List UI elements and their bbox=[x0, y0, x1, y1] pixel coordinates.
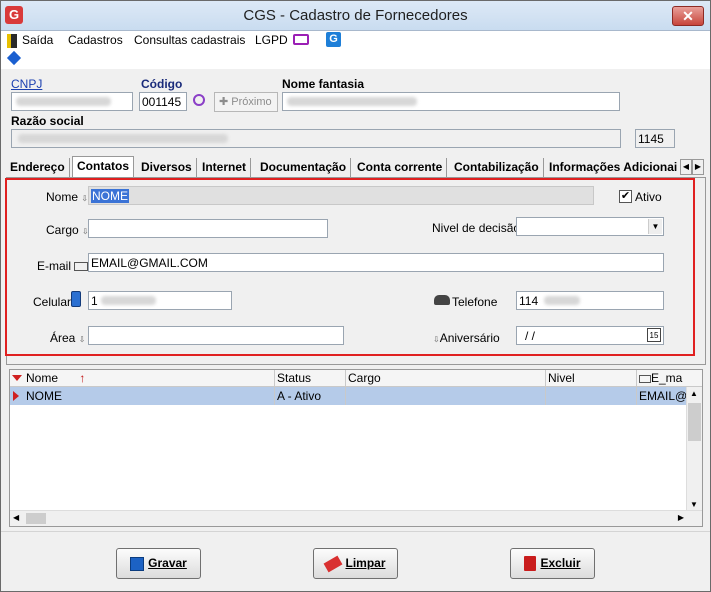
tab-conta-corrente[interactable]: Conta corrente bbox=[353, 158, 448, 177]
envelope-icon bbox=[74, 262, 89, 272]
celular-field[interactable]: 1 bbox=[88, 291, 232, 310]
scroll-down-icon[interactable]: ▼ bbox=[690, 500, 698, 509]
cell-nivel bbox=[545, 387, 637, 405]
cell-cargo bbox=[345, 387, 546, 405]
save-icon bbox=[130, 556, 145, 571]
cell-email: EMAIL@G bbox=[639, 389, 686, 403]
column-nivel[interactable]: Nivel bbox=[545, 370, 637, 387]
codigo-label: Código bbox=[141, 77, 183, 91]
hscroll-thumb[interactable] bbox=[26, 513, 46, 524]
menu-cadastros[interactable]: Cadastros bbox=[68, 33, 123, 47]
menu-bar: Saída Cadastros Consultas cadastrais LGP… bbox=[1, 31, 710, 51]
g-app-icon[interactable]: G bbox=[326, 32, 341, 47]
cell-status: A - Ativo bbox=[274, 387, 346, 405]
monitor-icon[interactable] bbox=[293, 34, 309, 45]
action-bar: Gravar Limpar Excluir bbox=[1, 531, 710, 591]
vertical-scrollbar[interactable]: ▲ ▼ bbox=[686, 387, 702, 511]
tab-contatos[interactable]: Contatos bbox=[72, 156, 134, 177]
razao-social-label: Razão social bbox=[11, 114, 84, 128]
close-button[interactable]: ✕ bbox=[672, 6, 704, 26]
cnpj-field[interactable] bbox=[11, 92, 133, 111]
codigo-field[interactable]: 001145 bbox=[139, 92, 187, 111]
mobile-phone-icon bbox=[71, 291, 81, 307]
menu-lgpd[interactable]: LGPD bbox=[255, 33, 288, 47]
tab-diversos[interactable]: Diversos bbox=[137, 158, 197, 177]
contacts-table[interactable]: Nome ↑ Status Cargo Nivel E_ma NOME A - … bbox=[9, 369, 703, 527]
telephone-icon bbox=[434, 295, 450, 305]
excluir-button[interactable]: Excluir bbox=[510, 548, 595, 579]
email-label: E-mail bbox=[37, 259, 89, 273]
nome-fantasia-field[interactable] bbox=[282, 92, 620, 111]
main-window: G CGS - Cadastro de Fornecedores ✕ Saída… bbox=[0, 0, 711, 592]
plus-icon: ✚ bbox=[219, 96, 232, 108]
title-bar: G CGS - Cadastro de Fornecedores ✕ bbox=[1, 1, 710, 31]
current-row-icon bbox=[13, 391, 19, 401]
tab-contabilizacao[interactable]: Contabilização bbox=[450, 158, 544, 177]
table-row[interactable]: NOME A - Ativo EMAIL@G bbox=[10, 387, 686, 405]
secondary-toolbar bbox=[1, 50, 710, 69]
diamond-icon[interactable] bbox=[6, 50, 22, 66]
eraser-icon bbox=[324, 555, 343, 573]
search-icon[interactable] bbox=[193, 94, 205, 106]
email-field[interactable]: EMAIL@GMAIL.COM bbox=[88, 253, 664, 272]
column-nome[interactable]: Nome ↑ bbox=[23, 370, 275, 387]
scroll-thumb[interactable] bbox=[688, 403, 701, 441]
nome-value: NOME bbox=[91, 189, 129, 203]
scroll-right-icon[interactable]: ▶ bbox=[678, 513, 684, 522]
ativo-label: Ativo bbox=[635, 190, 662, 204]
nome-field[interactable]: NOME bbox=[88, 186, 594, 205]
scroll-up-icon[interactable]: ▲ bbox=[690, 389, 698, 398]
tab-endereco[interactable]: Endereço bbox=[6, 158, 70, 177]
table-header: Nome ↑ Status Cargo Nivel E_ma bbox=[10, 370, 702, 387]
nome-fantasia-label: Nome fantasia bbox=[282, 77, 365, 91]
celular-label: Celular bbox=[33, 295, 72, 309]
sort-indicator-icon bbox=[12, 375, 22, 381]
cnpj-link[interactable]: CNPJ bbox=[11, 77, 42, 91]
window-title: CGS - Cadastro de Fornecedores bbox=[243, 7, 468, 24]
nivel-decisao-select[interactable]: ▼ bbox=[516, 217, 664, 236]
required-arrow-icon: ⇩ bbox=[78, 335, 86, 344]
code-display-field: 1145 bbox=[635, 129, 675, 148]
trash-icon bbox=[524, 556, 537, 572]
envelope-icon bbox=[639, 374, 651, 383]
cell-nome: NOME bbox=[23, 387, 275, 405]
tab-internet[interactable]: Internet bbox=[198, 158, 252, 177]
column-email[interactable]: E_ma bbox=[636, 370, 702, 387]
menu-saida[interactable]: Saída bbox=[22, 33, 53, 47]
limpar-button[interactable]: Limpar bbox=[313, 548, 398, 579]
horizontal-scrollbar[interactable]: ◀ ▶ bbox=[10, 510, 702, 526]
sort-arrow-icon: ↑ bbox=[79, 371, 86, 385]
telefone-label: Telefone bbox=[452, 295, 498, 309]
tab-scroll-right-icon[interactable]: ▶ bbox=[692, 159, 704, 175]
nome-label: Nome ⇩ bbox=[46, 190, 89, 204]
area-label: Área ⇩ bbox=[50, 331, 86, 345]
chevron-down-icon: ▼ bbox=[648, 219, 662, 234]
aniversario-field[interactable]: / / 15 bbox=[516, 326, 664, 345]
tab-scroll: ◀ ▶ bbox=[680, 158, 706, 175]
gravar-button[interactable]: Gravar bbox=[116, 548, 201, 579]
cargo-label: Cargo ⇩ bbox=[46, 223, 89, 237]
tab-documentacao[interactable]: Documentação bbox=[256, 158, 352, 177]
proximo-button[interactable]: ✚ Próximo bbox=[214, 92, 278, 112]
calendar-icon[interactable]: 15 bbox=[647, 328, 661, 342]
razao-social-field[interactable] bbox=[11, 129, 621, 148]
telefone-field[interactable]: 114 bbox=[516, 291, 664, 310]
exit-icon bbox=[7, 34, 17, 48]
column-status[interactable]: Status bbox=[274, 370, 346, 387]
area-field[interactable] bbox=[88, 326, 344, 345]
column-cargo[interactable]: Cargo bbox=[345, 370, 546, 387]
cargo-field[interactable] bbox=[88, 219, 328, 238]
tab-informacoes-adicionais[interactable]: Informações Adicionai bbox=[545, 158, 681, 177]
nivel-decisao-label: Nivel de decisão bbox=[432, 221, 521, 235]
ativo-checkbox[interactable]: ✔ bbox=[619, 190, 632, 203]
aniversario-label: ⇩Aniversário bbox=[433, 331, 500, 345]
required-arrow-icon: ⇩ bbox=[433, 335, 440, 344]
menu-consultas-cadastrais[interactable]: Consultas cadastrais bbox=[134, 33, 245, 47]
scroll-left-icon[interactable]: ◀ bbox=[13, 513, 19, 522]
tab-scroll-left-icon[interactable]: ◀ bbox=[680, 159, 692, 175]
tab-bar: Endereço Contatos Diversos Internet Docu… bbox=[6, 156, 706, 177]
